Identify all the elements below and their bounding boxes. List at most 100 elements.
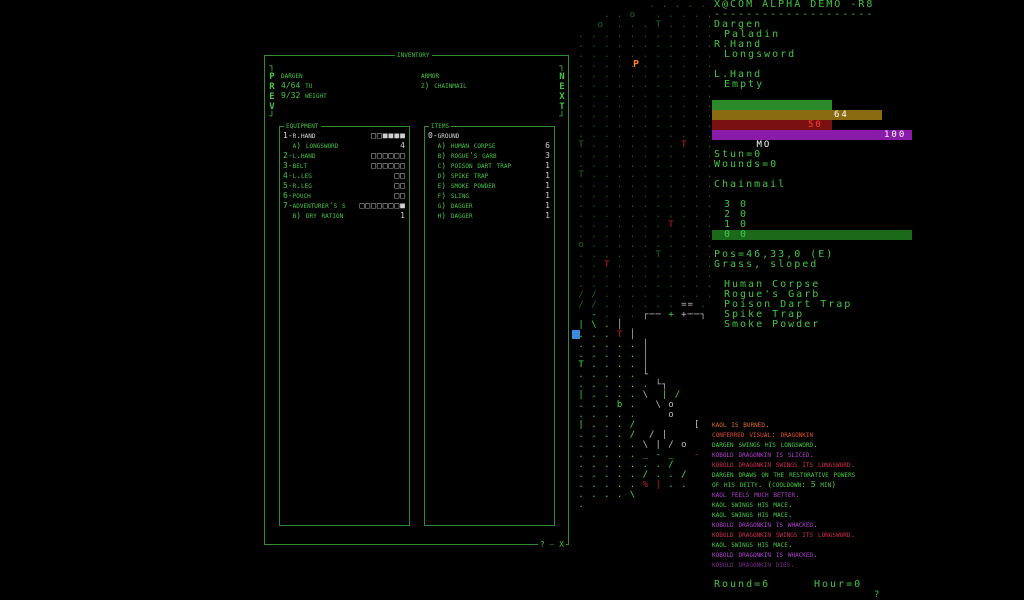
equipment-row[interactable]: 4-L.Leg □□	[283, 171, 406, 181]
inventory-tu: 4/64 TU	[281, 81, 313, 90]
items-value: 1	[545, 201, 551, 210]
equipment-row[interactable]: 3-Belt □□□□□□	[283, 161, 406, 171]
log-line: Kaol swings his Mace.	[712, 540, 793, 549]
map-terrain: . . . . . . ___ . . o . . . . . . . ┌─┐ …	[578, 0, 710, 510]
equipment-value: □□	[394, 181, 406, 190]
close-button[interactable]: X	[559, 540, 564, 549]
items-row[interactable]: B) Rogue's Garb 3	[428, 151, 551, 161]
wounds-stat: Wounds=0	[714, 159, 779, 170]
window-controls: ? — X	[537, 540, 566, 549]
equipment-value: □□□□□□□■	[359, 201, 406, 210]
equipment-row[interactable]: A) Longsword 4	[283, 141, 406, 151]
equipment-value: □□	[394, 191, 406, 200]
tu-bar: TU 4	[712, 100, 912, 120]
lhand-item: Empty	[724, 79, 765, 90]
items-list: 0-Ground A) Human Corpse 6 B) Rogue's Gar…	[428, 131, 551, 221]
items-label: D) Spike Trap	[428, 171, 489, 180]
equipment-label: 4-L.Leg	[283, 171, 312, 180]
equipment-label: A) Longsword	[283, 141, 339, 150]
items-value: 1	[545, 211, 551, 220]
armor-name: Chainmail	[714, 179, 787, 190]
inventory-info: Dargen 4/64 TU 9/32 Weight	[281, 71, 327, 101]
items-row[interactable]: H) Dagger 1	[428, 211, 551, 221]
log-line: Kaol is burned.	[712, 420, 770, 429]
items-title: Items	[429, 121, 452, 130]
ground-items: Human Corpse Rogue's Garb Poison Dart Trap…	[724, 280, 852, 330]
items-row[interactable]: D) Spike Trap 1	[428, 171, 551, 181]
items-value: 1	[545, 161, 551, 170]
log-line: Kobold Dragonkin is whacked.	[712, 550, 818, 559]
log-line: Kobold Dragonkin swings its Longsword.	[712, 460, 856, 469]
equipment-label: B) Dry Ration	[283, 211, 344, 220]
equipment-row[interactable]: 1-R.Hand □□■■■■	[283, 131, 406, 141]
equipment-row[interactable]: 5-R.Leg □□	[283, 181, 406, 191]
prev-button[interactable]: ┐ P R E V ┘	[267, 62, 277, 122]
items-row[interactable]: C) Poison Dart Trap 1	[428, 161, 551, 171]
log-line: Kaol swings his Mace.	[712, 510, 793, 519]
log-line: Conferred visual: Dragonkin	[712, 430, 814, 439]
inventory-char-name: Dargen	[281, 71, 303, 80]
items-row[interactable]: 0-Ground	[428, 131, 551, 141]
items-panel: Items 0-Ground A) Human Corpse 6 B) Rogue…	[424, 121, 555, 526]
items-row[interactable]: G) Dagger 1	[428, 201, 551, 211]
equipment-title: Equipment	[284, 121, 321, 130]
help-button[interactable]: ?	[540, 540, 545, 549]
equipment-label: 1-R.Hand	[283, 131, 316, 140]
armor-row-0: 0 0	[724, 229, 749, 240]
equipment-value: □□□□□□	[371, 161, 406, 170]
round-counter: Round=6	[714, 579, 771, 590]
ground-item[interactable]: Smoke Powder	[724, 320, 852, 330]
en-bar: EN 64	[712, 110, 912, 130]
items-label: C) Poison Dart Trap	[428, 161, 512, 170]
equipment-row[interactable]: 6-Pouch □□	[283, 191, 406, 201]
log-line: Dargen swings his Longsword.	[712, 440, 818, 449]
mo-bar: MO 100	[712, 130, 912, 150]
log-line: Kobold Dragonkin swings its Longsword.	[712, 530, 856, 539]
rhand-item: Longsword	[724, 49, 797, 60]
items-label: B) Rogue's Garb	[428, 151, 497, 160]
inventory-armor-item[interactable]: Z) Chainmail	[421, 81, 467, 91]
log-line: Kobold Dragonkin dies.	[712, 560, 796, 569]
equipment-label: 7-Adventurer's S	[283, 201, 346, 210]
log-line: Kobold Dragonkin is sliced.	[712, 450, 815, 459]
items-row[interactable]: E) Smoke Powder 1	[428, 181, 551, 191]
hp-bar: HP 50	[712, 120, 912, 140]
inventory-weight: 9/32 Weight	[281, 91, 327, 100]
items-label: G) Dagger	[428, 201, 473, 210]
equipment-value: 1	[400, 211, 406, 220]
player-marker-p[interactable]: P	[633, 59, 639, 70]
equipment-row[interactable]: 7-Adventurer's S □□□□□□□■	[283, 201, 406, 211]
items-label: 0-Ground	[428, 131, 460, 140]
hour-counter: Hour=0	[814, 579, 863, 590]
terrain-readout: Grass, sloped	[714, 259, 819, 270]
equipment-label: 3-Belt	[283, 161, 308, 170]
inventory-window: Inventory ┐ P R E V ┘ ┐ N E X T ┘ Dargen…	[264, 50, 569, 549]
inventory-title: Inventory	[395, 50, 432, 59]
log-line: Kobold Dragonkin is whacked.	[712, 520, 818, 529]
equipment-row[interactable]: 2-L.Hand □□□□□□	[283, 151, 406, 161]
items-value: 6	[545, 141, 551, 150]
items-value: 1	[545, 171, 551, 180]
equipment-label: 2-L.Hand	[283, 151, 316, 160]
items-row[interactable]: F) Sling 1	[428, 191, 551, 201]
stat-bars: TU 4 EN 64 HP 50 MO 100	[712, 100, 912, 150]
equipment-panel: Equipment 1-R.Hand □□■■■■ A) Longsword 4 2-…	[279, 121, 410, 526]
log-line: of his deity. (Cooldown: 5 min)	[712, 480, 837, 489]
items-label: A) Human Corpse	[428, 141, 496, 150]
items-label: F) Sling	[428, 191, 469, 200]
equipment-value: □□□□□□	[371, 151, 406, 160]
help-hint[interactable]: ?	[874, 590, 879, 600]
selected-unit-marker[interactable]	[572, 330, 580, 339]
items-value: 1	[545, 191, 551, 200]
items-value: 3	[545, 151, 551, 160]
next-button[interactable]: ┐ N E X T ┘	[557, 62, 567, 122]
log-line: Kaol feels much better.	[712, 490, 800, 499]
game-map[interactable]: . . . . . . ___ . . o . . . . . . . ┌─┐ …	[572, 0, 710, 520]
items-row[interactable]: A) Human Corpse 6	[428, 141, 551, 151]
inventory-armor-label: Armor	[421, 71, 440, 80]
equipment-row[interactable]: B) Dry Ration 1	[283, 211, 406, 221]
log-line: Kaol swings his Mace.	[712, 500, 793, 509]
message-log: Kaol is burned. Conferred visual: Dragonk…	[712, 420, 1022, 570]
equipment-value: 4	[400, 141, 406, 150]
inventory-armor: Armor Z) Chainmail	[421, 71, 467, 91]
